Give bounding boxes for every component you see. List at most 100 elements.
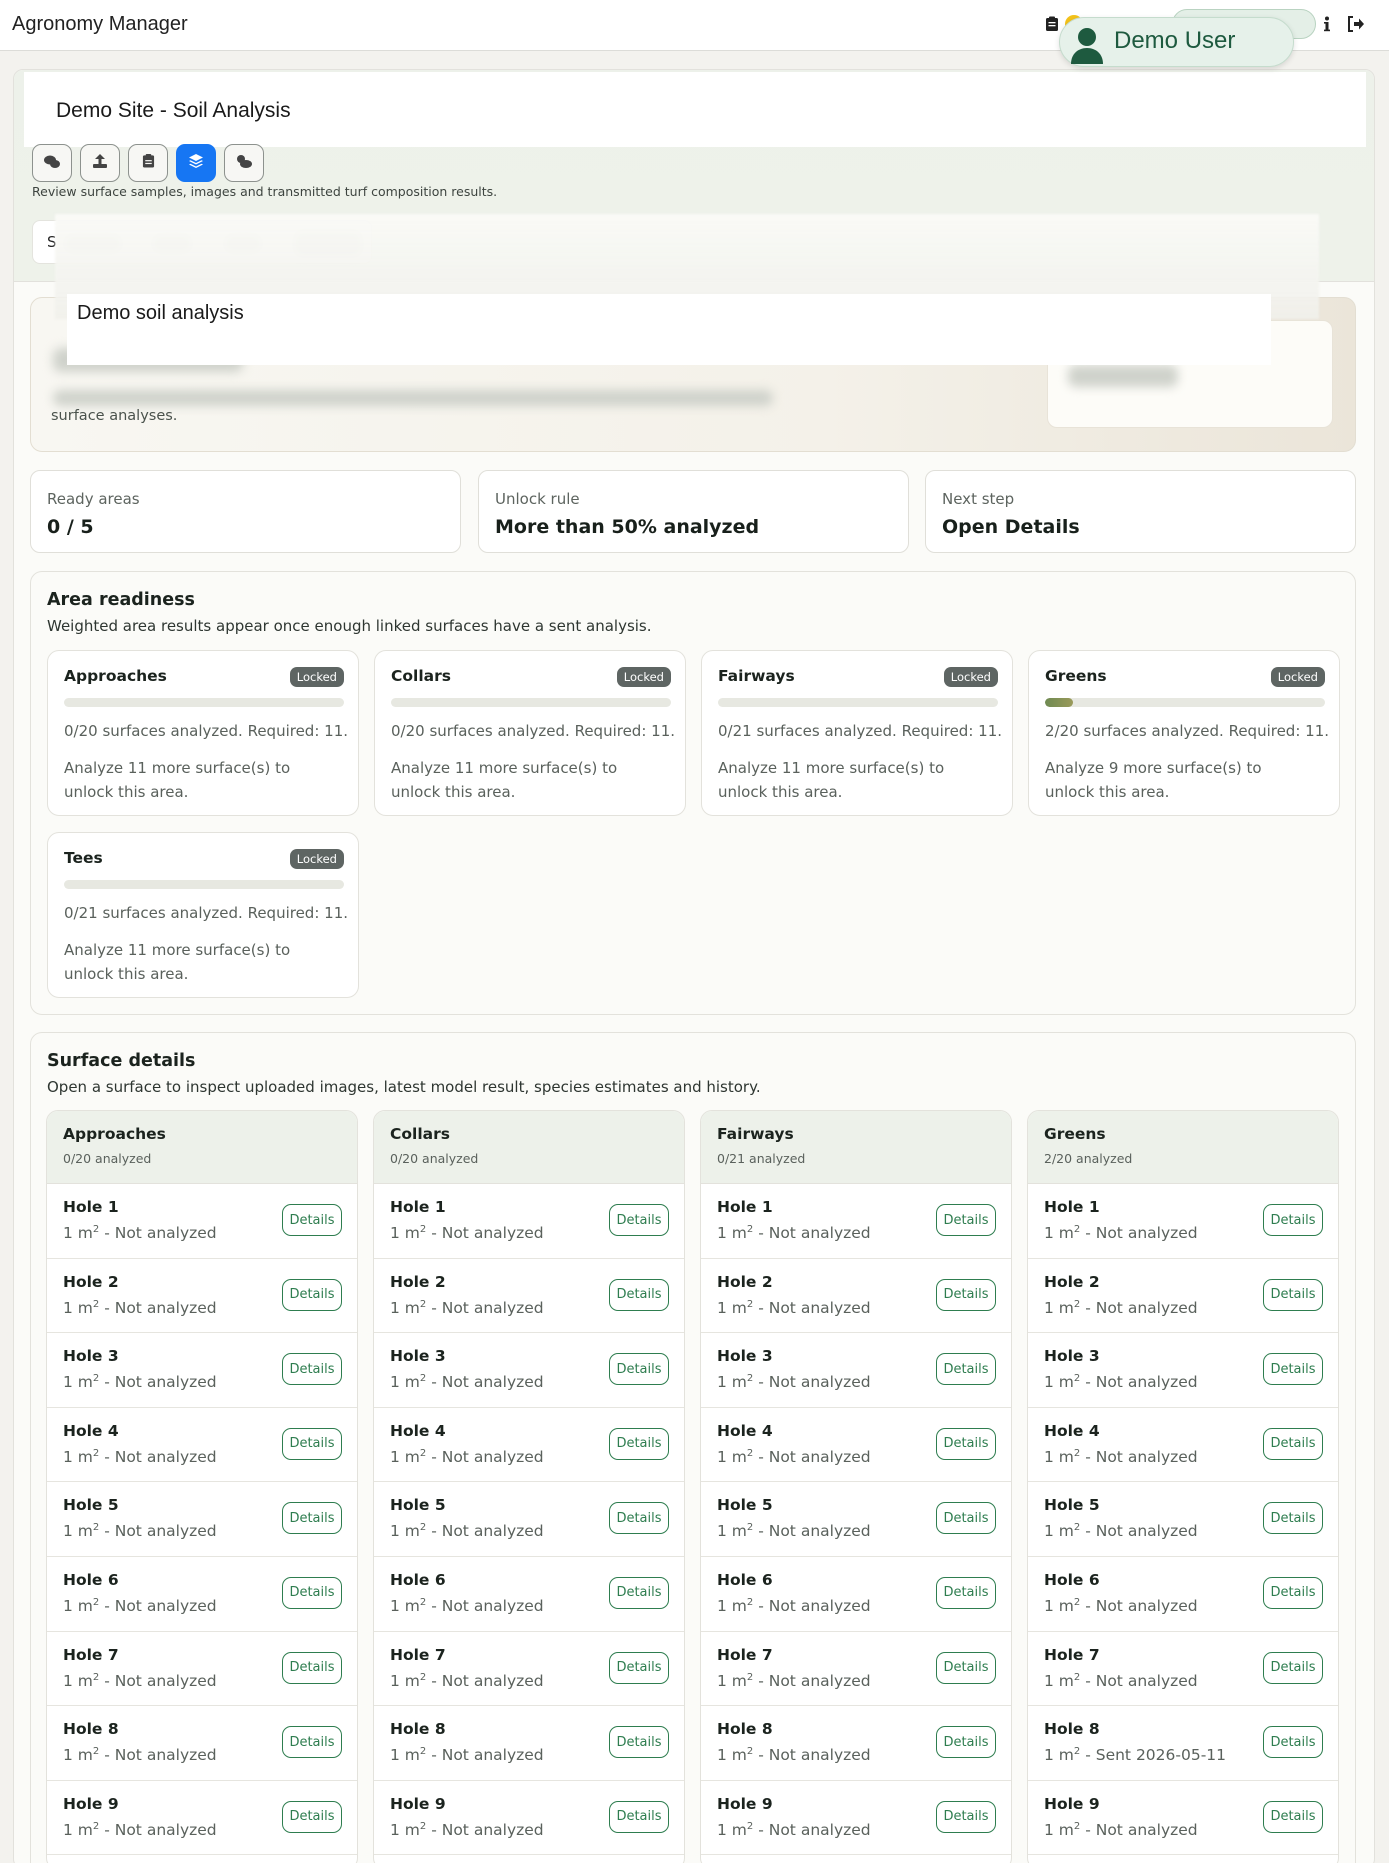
- surface-row: Hole 8 1 m2 - Not analyzed Details: [701, 1706, 1011, 1781]
- details-button[interactable]: Details: [282, 1800, 342, 1833]
- surface-status: Not analyzed: [441, 1298, 544, 1317]
- details-button[interactable]: Details: [936, 1726, 996, 1759]
- details-button[interactable]: Details: [609, 1278, 669, 1311]
- details-button[interactable]: Details: [1263, 1353, 1323, 1386]
- details-button[interactable]: Details: [282, 1427, 342, 1460]
- details-button[interactable]: Details: [282, 1576, 342, 1609]
- details-button[interactable]: Details: [609, 1502, 669, 1535]
- surface-meta: 1 m2 - Not analyzed: [1044, 1821, 1198, 1839]
- surface-area: 1 m: [63, 1447, 93, 1466]
- details-button[interactable]: Details: [282, 1502, 342, 1535]
- details-button[interactable]: Details: [1263, 1204, 1323, 1236]
- progress-bar: [1045, 698, 1325, 707]
- surface-row: Hole 7 1 m2 - Not analyzed Details: [374, 1632, 684, 1707]
- column-subtitle: 0/21 analyzed: [717, 1151, 806, 1166]
- surface-row: Hole 3 1 m2 - Not analyzed Details: [47, 1333, 357, 1408]
- surface-row: Hole 3 1 m2 - Not analyzed Details: [374, 1333, 684, 1408]
- surface-column-greens: Greens 2/20 analyzed Hole 1 1 m2 - Not anal…: [1027, 1110, 1339, 1863]
- details-button[interactable]: Details: [609, 1576, 669, 1609]
- surface-meta: 1 m2 - Not analyzed: [717, 1224, 871, 1242]
- column-header: Collars 0/20 analyzed: [374, 1111, 684, 1184]
- surface-column-collars: Collars 0/20 analyzed Hole 1 1 m2 - Not ana…: [373, 1110, 685, 1863]
- surface-meta: 1 m2 - Not analyzed: [717, 1746, 871, 1764]
- details-button[interactable]: Details: [282, 1204, 342, 1236]
- details-button[interactable]: Details: [1263, 1502, 1323, 1535]
- area-name: Collars: [391, 667, 451, 685]
- column-subtitle: 0/20 analyzed: [390, 1151, 479, 1166]
- meta-separator: -: [104, 1522, 110, 1541]
- details-button[interactable]: Details: [1263, 1427, 1323, 1460]
- details-button[interactable]: Details: [609, 1800, 669, 1833]
- details-button[interactable]: Details: [936, 1427, 996, 1460]
- surface-row: Hole 5 1 m2 - Not analyzed Details: [47, 1482, 357, 1557]
- surface-row: Hole 9 1 m2 - Not analyzed Details: [47, 1781, 357, 1856]
- details-button[interactable]: Details: [609, 1427, 669, 1460]
- upload-button[interactable]: [80, 144, 120, 182]
- hole-name: Hole 7: [717, 1645, 773, 1664]
- stat-label: Unlock rule: [495, 490, 580, 508]
- hole-name: Hole 9: [717, 1794, 773, 1813]
- details-button[interactable]: Details: [1263, 1651, 1323, 1684]
- surface-area: 1 m: [717, 1447, 747, 1466]
- surface-meta: 1 m2 - Not analyzed: [390, 1746, 544, 1764]
- hole-name: Hole 2: [63, 1272, 119, 1291]
- status-badge: Locked: [616, 667, 671, 687]
- layers-button[interactable]: [176, 144, 216, 182]
- area-hint: Analyze 11 more surface(s) to unlock thi…: [391, 759, 618, 801]
- details-button[interactable]: Details: [936, 1651, 996, 1684]
- surface-status: Not analyzed: [114, 1522, 217, 1541]
- hole-name: Hole 9: [390, 1794, 446, 1813]
- details-button[interactable]: Details: [936, 1576, 996, 1609]
- surface-area: 1 m: [63, 1298, 93, 1317]
- meta-separator: -: [758, 1746, 764, 1765]
- comments-button[interactable]: [32, 144, 72, 182]
- section-title: Surface details: [47, 1051, 196, 1071]
- details-button[interactable]: Details: [936, 1278, 996, 1311]
- progress-bar: [64, 880, 344, 889]
- details-button[interactable]: Details: [936, 1800, 996, 1833]
- stat-next-step[interactable]: Next step Open Details: [925, 470, 1356, 553]
- surface-row: Hole 5 1 m2 - Not analyzed Details: [1028, 1482, 1338, 1557]
- progress-bar: [64, 698, 344, 707]
- details-button[interactable]: Details: [282, 1726, 342, 1759]
- logout-icon[interactable]: [1346, 14, 1366, 34]
- user-popover[interactable]: Demo User: [1059, 17, 1294, 67]
- surface-status: Not analyzed: [114, 1820, 217, 1839]
- details-button[interactable]: Details: [282, 1278, 342, 1311]
- surface-meta: 1 m2 - Not analyzed: [63, 1672, 217, 1690]
- details-button[interactable]: Details: [936, 1353, 996, 1386]
- weather-button[interactable]: [224, 144, 264, 182]
- details-button[interactable]: Details: [282, 1353, 342, 1386]
- details-button[interactable]: Details: [609, 1651, 669, 1684]
- details-button[interactable]: Details: [936, 1204, 996, 1236]
- meta-separator: -: [758, 1820, 764, 1839]
- area-hint: Analyze 11 more surface(s) to unlock thi…: [64, 941, 291, 983]
- notes-button[interactable]: [128, 144, 168, 182]
- surface-row: Hole 4 1 m2 - Not analyzed Details: [1028, 1408, 1338, 1483]
- surface-status: Not analyzed: [768, 1447, 871, 1466]
- details-button[interactable]: Details: [1263, 1726, 1323, 1759]
- surface-area: 1 m: [717, 1597, 747, 1616]
- surface-status: Not analyzed: [441, 1522, 544, 1541]
- meta-separator: -: [1085, 1224, 1091, 1243]
- details-button[interactable]: Details: [609, 1726, 669, 1759]
- clipboard-icon: [142, 153, 155, 173]
- meta-separator: -: [431, 1746, 437, 1765]
- details-button[interactable]: Details: [1263, 1576, 1323, 1609]
- surface-area: 1 m: [390, 1224, 420, 1243]
- weather-icon: [235, 154, 253, 173]
- surface-area: 1 m: [63, 1224, 93, 1243]
- details-button[interactable]: Details: [282, 1651, 342, 1684]
- surface-area: 1 m: [1044, 1298, 1074, 1317]
- meta-separator: -: [1085, 1746, 1091, 1765]
- info-icon[interactable]: [1317, 14, 1337, 34]
- column-title: Greens: [1044, 1125, 1106, 1143]
- details-button[interactable]: Details: [1263, 1278, 1323, 1311]
- details-button[interactable]: Details: [609, 1204, 669, 1236]
- blurred-value: [1068, 365, 1178, 387]
- details-button[interactable]: Details: [936, 1502, 996, 1535]
- stat-ready-areas: Ready areas 0 / 5: [30, 470, 461, 553]
- details-button[interactable]: Details: [609, 1353, 669, 1386]
- details-button[interactable]: Details: [1263, 1800, 1323, 1833]
- clipboard-icon[interactable]: [1042, 14, 1062, 34]
